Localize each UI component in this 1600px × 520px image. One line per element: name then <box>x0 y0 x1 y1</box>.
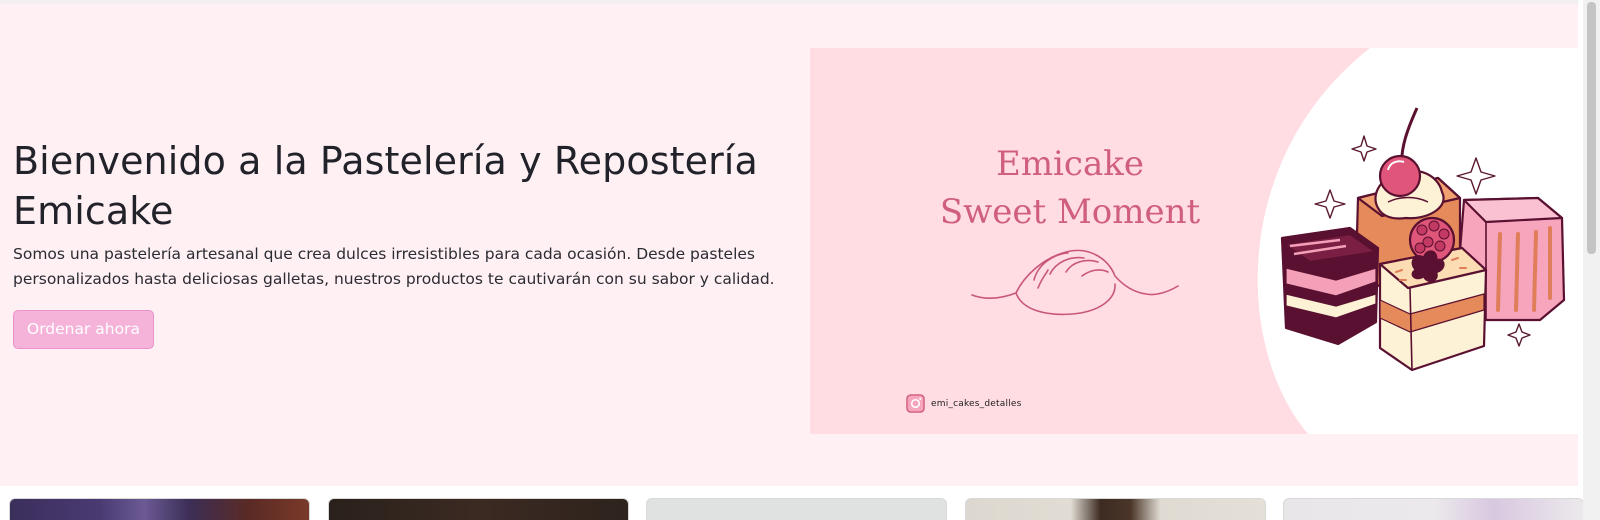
product-cards-row <box>0 486 1584 520</box>
instagram-handle: emi_cakes_detalles <box>931 398 1022 409</box>
product-card-image[interactable] <box>965 498 1266 520</box>
product-card-image[interactable] <box>9 498 310 520</box>
hero-banner-image: Emicake Sweet Moment emi_cakes_detalles <box>810 48 1581 434</box>
hero-description: Somos una pastelería artesanal que crea … <box>13 245 775 288</box>
product-card-image[interactable] <box>1283 498 1584 520</box>
banner-title-line1: Emicake <box>996 144 1144 184</box>
instagram-icon <box>906 394 925 413</box>
instagram-link[interactable]: emi_cakes_detalles <box>906 394 1022 413</box>
page-scrollbar[interactable] <box>1583 0 1600 520</box>
hero-text-block: Bienvenido a la Pastelería y Repostería … <box>13 136 793 349</box>
scrollbar-thumb[interactable] <box>1587 2 1596 254</box>
bread-line-drawing <box>971 249 1179 316</box>
hero-title: Bienvenido a la Pastelería y Repostería … <box>13 139 758 233</box>
order-now-button[interactable]: Ordenar ahora <box>13 310 154 349</box>
banner-title-line2: Sweet Moment <box>939 192 1201 232</box>
product-card-image[interactable] <box>646 498 947 520</box>
product-card-image[interactable] <box>328 498 629 520</box>
banner-title: Emicake Sweet Moment <box>900 140 1240 236</box>
banner-artwork <box>971 48 1581 434</box>
